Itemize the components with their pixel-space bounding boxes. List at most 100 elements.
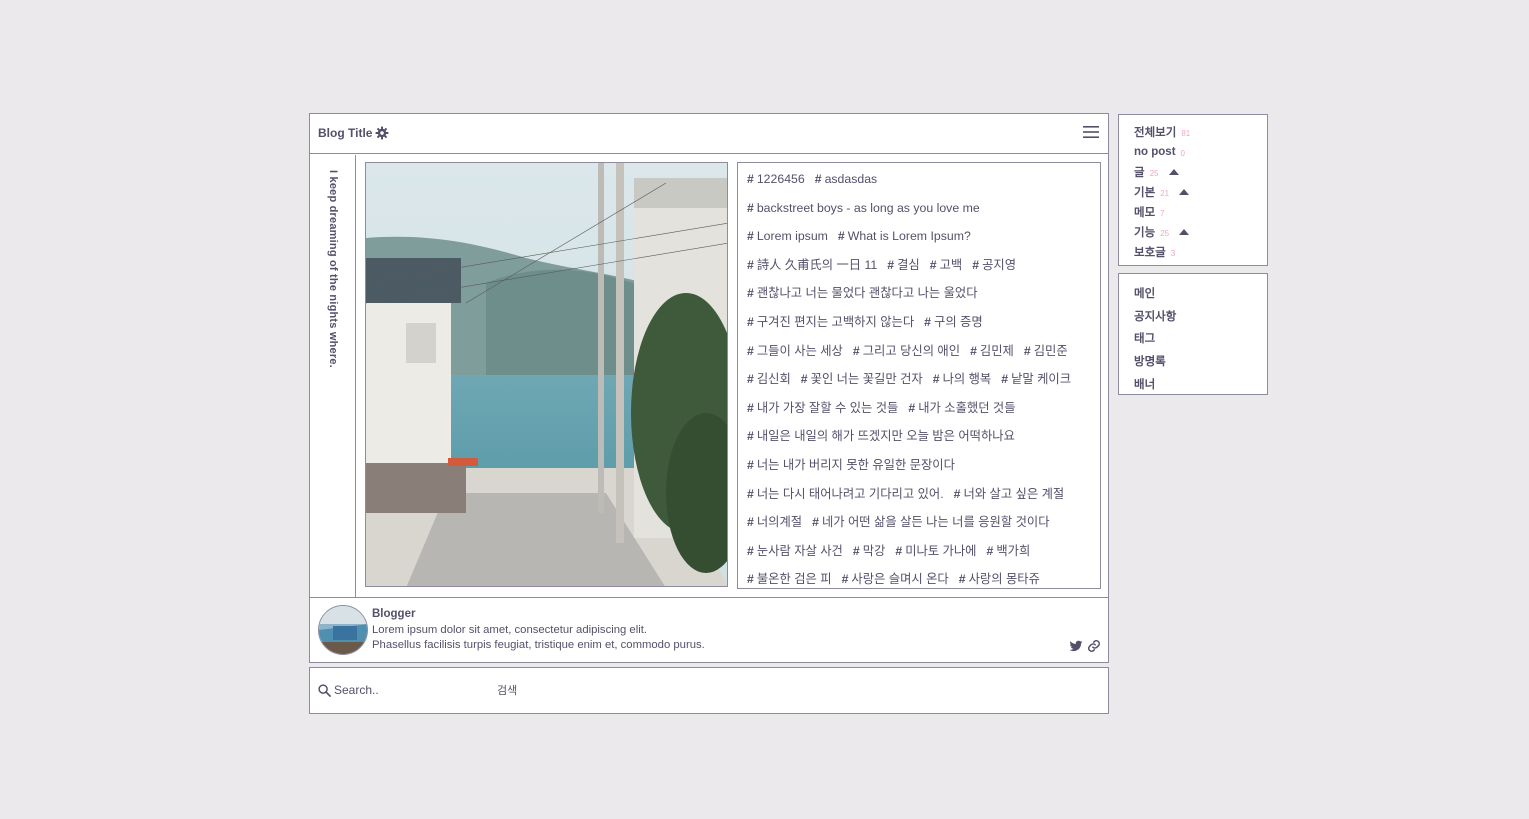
- category-count: 21: [1160, 188, 1170, 198]
- category-label: 기능: [1134, 227, 1156, 239]
- hash-icon: #: [929, 257, 937, 272]
- nav-item[interactable]: 공지사항: [1134, 305, 1267, 328]
- category-count: 7: [1160, 208, 1165, 218]
- category-item[interactable]: 기능 25: [1134, 222, 1267, 242]
- avatar[interactable]: [318, 605, 368, 655]
- hash-icon: #: [887, 257, 895, 272]
- caret-up-icon[interactable]: [1179, 229, 1190, 235]
- blogger-name: Blogger: [372, 608, 416, 620]
- hash-icon: #: [747, 543, 754, 558]
- tag-row: # 괜찮나고 너는 물었다 괜찮다고 나는 울었다: [747, 284, 1091, 313]
- tag-link[interactable]: # 내가 소홀했던 것들: [908, 399, 1015, 417]
- tag-link[interactable]: # 낱말 케이크: [1001, 370, 1071, 388]
- tag-link[interactable]: # 그리고 당신의 애인: [853, 342, 960, 360]
- tag-row: # 너는 내가 버리지 못한 유일한 문장이다: [747, 456, 1091, 485]
- category-item[interactable]: 메모 7: [1134, 202, 1267, 222]
- tag-link[interactable]: # 너와 살고 싶은 계절: [954, 485, 1065, 503]
- nav-item[interactable]: 메인: [1134, 282, 1267, 305]
- tag-label: 불온한 검은 피: [756, 572, 832, 587]
- category-panel: 전체보기 81 no post 0 글 25 기본 21 메모 7 기능 25 보호글 3: [1118, 114, 1268, 266]
- category-item[interactable]: 기본 21: [1134, 182, 1267, 202]
- category-item[interactable]: 글 25: [1134, 162, 1267, 182]
- tag-link[interactable]: # backstreet boys - as long as you love m…: [747, 199, 980, 217]
- hash-icon: #: [1023, 343, 1031, 358]
- link-icon[interactable]: [1087, 639, 1101, 653]
- tag-link[interactable]: # 고백: [930, 256, 962, 274]
- tag-link[interactable]: # 백가희: [987, 542, 1031, 560]
- category-label: no post: [1134, 146, 1176, 158]
- search-bar: 검색: [309, 667, 1109, 714]
- tag-link[interactable]: # 눈사람 자살 사건: [747, 542, 843, 560]
- tag-link[interactable]: # 너는 내가 버리지 못한 유일한 문장이다: [747, 456, 955, 474]
- tag-label: 너와 살고 싶은 계절: [963, 486, 1065, 501]
- hash-icon: #: [747, 314, 754, 329]
- hash-icon: #: [958, 572, 966, 587]
- tag-link[interactable]: # 막강: [853, 542, 885, 560]
- gear-icon[interactable]: [375, 126, 389, 140]
- hash-icon: #: [924, 314, 932, 329]
- tag-label: 김신회: [756, 372, 791, 387]
- hash-icon: #: [953, 486, 961, 501]
- tag-link[interactable]: # 내일은 내일의 해가 뜨겠지만 오늘 밤은 어떡하나요: [747, 427, 1015, 445]
- nav-item[interactable]: 방명록: [1134, 350, 1267, 373]
- tag-link[interactable]: # 사랑의 몽타쥬: [959, 570, 1040, 588]
- hash-icon: #: [837, 229, 845, 244]
- caret-up-icon[interactable]: [1179, 189, 1190, 195]
- hash-icon: #: [747, 257, 754, 272]
- tag-label: backstreet boys - as long as you love me: [756, 200, 980, 215]
- tag-link[interactable]: # 구의 증명: [924, 313, 983, 331]
- tag-link[interactable]: # asdasdas: [815, 170, 877, 188]
- tag-link[interactable]: # 김민제: [970, 342, 1014, 360]
- tag-link[interactable]: # 결심: [887, 256, 919, 274]
- hash-icon: #: [852, 543, 860, 558]
- hash-icon: #: [986, 543, 994, 558]
- tag-label: 사랑은 슬며시 온다: [851, 572, 949, 587]
- tag-label: 1226456: [756, 172, 805, 186]
- tag-link[interactable]: #1226456: [747, 170, 805, 188]
- nav-item[interactable]: 배너: [1134, 372, 1267, 395]
- tag-link[interactable]: # 나의 행복: [933, 370, 992, 388]
- category-label: 전체보기: [1134, 127, 1177, 139]
- tag-label: 너는 내가 버리지 못한 유일한 문장이다: [756, 457, 955, 472]
- hash-icon: #: [1001, 372, 1009, 387]
- tag-link[interactable]: # 김신회: [747, 370, 791, 388]
- tag-link[interactable]: # 너는 다시 태어나려고 기다리고 있어.: [747, 485, 944, 503]
- tag-link[interactable]: # 불온한 검은 피: [747, 570, 832, 588]
- category-item[interactable]: no post 0: [1134, 142, 1267, 162]
- tag-row: # 김신회 # 꽃인 너는 꽃길만 건자 # 나의 행복 # 낱말 케이크: [747, 370, 1091, 399]
- search-input[interactable]: [334, 680, 494, 700]
- tag-label: 미나토 가나에: [905, 543, 977, 558]
- twitter-icon[interactable]: [1069, 639, 1083, 653]
- tag-link[interactable]: # 사랑은 슬며시 온다: [842, 570, 949, 588]
- tag-link[interactable]: # 꽃인 너는 꽃길만 건자: [801, 370, 923, 388]
- main-window: Blog Title I keep dreaming of the nights…: [309, 113, 1109, 663]
- category-count: 25: [1160, 228, 1170, 238]
- category-item[interactable]: 전체보기 81: [1134, 122, 1267, 142]
- tag-link[interactable]: # 미나토 가나에: [895, 542, 976, 560]
- tag-label: 구겨진 편지는 고백하지 않는다: [756, 314, 915, 329]
- nav-item[interactable]: 태그: [1134, 327, 1267, 350]
- tag-link[interactable]: # 네가 어떤 삶을 살든 나는 너를 응원할 것이다: [812, 513, 1049, 531]
- tag-link[interactable]: # What is Lorem Ipsum?: [838, 227, 971, 245]
- tag-link[interactable]: # 공지영: [972, 256, 1016, 274]
- blog-title[interactable]: Blog Title: [318, 126, 372, 140]
- search-button[interactable]: 검색: [497, 682, 517, 698]
- category-count: 0: [1180, 148, 1185, 158]
- tag-link[interactable]: # 괜찮나고 너는 물었다 괜찮다고 나는 울었다: [747, 284, 978, 302]
- tag-link[interactable]: # Lorem ipsum: [747, 227, 828, 245]
- hash-icon: #: [747, 286, 754, 301]
- tag-label: 낱말 케이크: [1011, 372, 1072, 387]
- hash-icon: #: [747, 343, 754, 358]
- hash-icon: #: [800, 372, 808, 387]
- category-item[interactable]: 보호글 3: [1134, 242, 1267, 262]
- tag-row: # 눈사람 자살 사건 # 막강 # 미나토 가나에 # 백가희: [747, 542, 1091, 571]
- tag-label: 내가 가장 잘할 수 있는 것들: [756, 400, 899, 415]
- tag-link[interactable]: # 김민준: [1024, 342, 1068, 360]
- hamburger-menu-icon[interactable]: [1083, 124, 1099, 140]
- tag-link[interactable]: # 내가 가장 잘할 수 있는 것들: [747, 399, 898, 417]
- caret-up-icon[interactable]: [1168, 169, 1179, 175]
- tag-link[interactable]: # 詩人 久甫氏의 一日 11: [747, 256, 877, 274]
- tag-link[interactable]: # 너의계절: [747, 513, 802, 531]
- tag-link[interactable]: # 그들이 사는 세상: [747, 342, 843, 360]
- tag-link[interactable]: # 구겨진 편지는 고백하지 않는다: [747, 313, 914, 331]
